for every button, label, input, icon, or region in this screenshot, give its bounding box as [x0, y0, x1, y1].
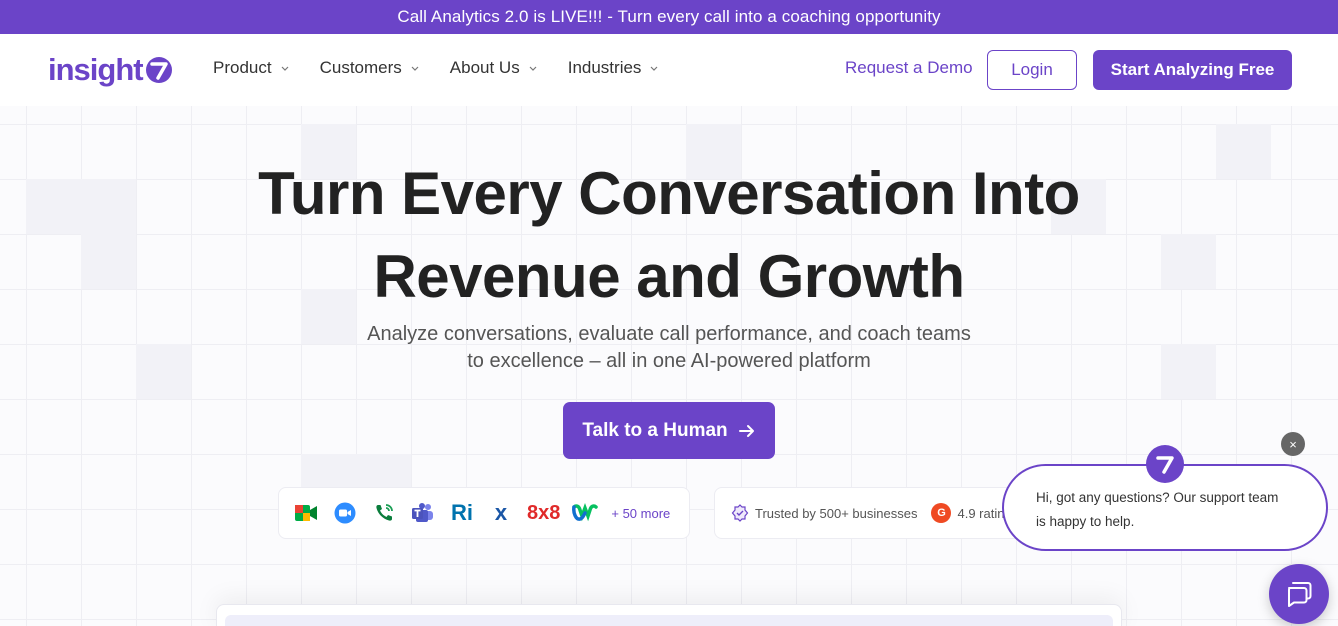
8x8-icon: 8x8 [527, 501, 561, 524]
nav-menu: Product Customers About Us Industries [213, 58, 689, 78]
nav-item-product[interactable]: Product [213, 58, 290, 78]
teams-icon [410, 500, 436, 526]
chat-message-line-1: Hi, got any questions? Our support team [1036, 490, 1279, 505]
nav-item-label: About Us [449, 58, 520, 77]
announcement-banner[interactable]: Call Analytics 2.0 is LIVE!!! - Turn eve… [0, 0, 1338, 34]
trust-strip: Trusted by 500+ businesses G 4.9 rating [714, 487, 1034, 539]
chat-launcher-button[interactable] [1269, 564, 1329, 624]
hero-subheading: Analyze conversations, evaluate call per… [0, 321, 1338, 375]
logo-wordmark: insight [48, 52, 144, 87]
chevron-down-icon [529, 66, 537, 71]
headline-line-1: Turn Every Conversation Into [258, 160, 1080, 227]
x-label: x [494, 500, 508, 525]
ringcentral-icon: Ri [449, 500, 475, 526]
chevron-down-icon [650, 66, 658, 71]
g2-label: G [937, 507, 946, 519]
request-demo-link[interactable]: Request a Demo [845, 58, 973, 78]
nav-item-industries[interactable]: Industries [568, 58, 660, 78]
logo-seven-icon [145, 57, 172, 83]
cta-label: Talk to a Human [582, 419, 728, 441]
ringcentral-label: Ri [451, 500, 473, 525]
announcement-text: Call Analytics 2.0 is LIVE!!! - Turn eve… [397, 7, 941, 26]
nav-item-label: Customers [319, 58, 402, 77]
chat-avatar-icon [1146, 445, 1184, 483]
start-analyzing-free-button[interactable]: Start Analyzing Free [1093, 50, 1292, 90]
close-icon: × [1289, 436, 1297, 452]
chevron-down-icon [281, 66, 289, 71]
g2-logo-icon: G [931, 503, 952, 523]
arrow-right-icon [738, 424, 754, 437]
chat-close-button[interactable]: × [1281, 432, 1305, 456]
top-navigation: insight Product Customers About Us Indus… [0, 34, 1338, 106]
dashboard-preview-frame [225, 615, 1113, 626]
hero-headline: Turn Every Conversation Into Revenue and… [0, 152, 1338, 318]
badge-check-icon [731, 504, 749, 522]
nav-item-about-us[interactable]: About Us [450, 58, 538, 78]
chat-message-line-2: is happy to help. [1036, 514, 1135, 529]
nav-item-customers[interactable]: Customers [320, 58, 420, 78]
subhead-line-1: Analyze conversations, evaluate call per… [367, 323, 971, 345]
login-button[interactable]: Login [987, 50, 1077, 90]
nav-item-label: Industries [567, 58, 642, 77]
chevron-down-icon [411, 66, 419, 71]
x-icon: x [488, 500, 514, 526]
phone-icon [371, 500, 397, 526]
zoom-icon [332, 500, 358, 526]
subhead-line-2: to excellence – all in one AI-powered pl… [467, 350, 871, 372]
more-integrations-link[interactable]: + 50 more [611, 506, 670, 521]
nav-item-label: Product [213, 58, 272, 77]
google-meet-icon [293, 500, 319, 526]
trusted-businesses-text: Trusted by 500+ businesses [755, 505, 918, 521]
chat-icon [1288, 582, 1312, 607]
dashboard-preview [216, 604, 1122, 626]
insight7-logo[interactable]: insight [48, 50, 173, 90]
headline-line-2: Revenue and Growth [373, 243, 965, 310]
integrations-strip: Ri x 8x8 + 50 more [278, 487, 690, 539]
talk-to-human-button[interactable]: Talk to a Human [563, 402, 775, 459]
webex-icon [572, 500, 599, 526]
